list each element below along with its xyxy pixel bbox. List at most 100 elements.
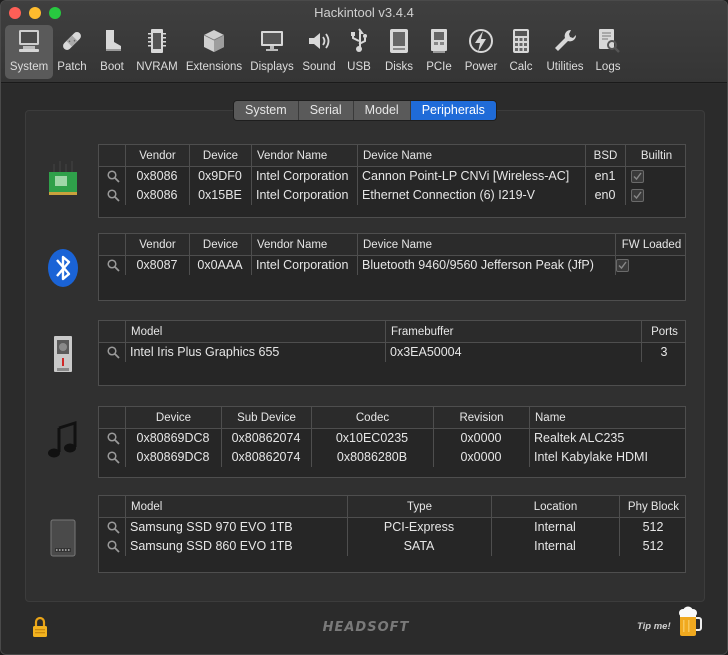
column-header[interactable]: Device Name xyxy=(357,145,585,167)
toolbar-power[interactable]: Power xyxy=(461,25,501,79)
column-header[interactable]: Codec xyxy=(311,407,433,429)
column-header[interactable]: Device xyxy=(189,234,251,256)
toolbar-displays[interactable]: Displays xyxy=(248,25,296,79)
column-header[interactable]: Model xyxy=(125,496,347,518)
magnifier-icon[interactable] xyxy=(107,521,120,534)
tab-serial[interactable]: Serial xyxy=(298,101,354,120)
tab-model[interactable]: Model xyxy=(353,101,411,120)
column-header[interactable]: Framebuffer xyxy=(385,321,641,343)
device-name-cell: Ethernet Connection (6) I219-V xyxy=(362,188,536,202)
device-cell: 0x15BE xyxy=(198,188,242,202)
column-header[interactable]: Revision xyxy=(433,407,529,429)
magnifier-icon[interactable] xyxy=(107,170,120,183)
phy-block-cell: 512 xyxy=(642,520,664,534)
tab-system[interactable]: System xyxy=(234,101,299,120)
toolbar-boot[interactable]: Boot xyxy=(93,25,131,79)
toolbar-label: PCIe xyxy=(426,61,452,73)
wrench-icon xyxy=(555,29,577,51)
toolbar-extensions[interactable]: Extensions xyxy=(184,25,244,79)
table-row[interactable]: Samsung SSD 860 EVO 1TB SATA Internal 51… xyxy=(99,537,685,556)
table-row[interactable]: Samsung SSD 970 EVO 1TB PCI-Express Inte… xyxy=(99,518,685,537)
bandage-icon xyxy=(63,32,81,50)
column-header[interactable]: Vendor xyxy=(125,234,189,256)
magnifier-icon[interactable] xyxy=(107,346,120,359)
device-cell: 0x0AAA xyxy=(197,258,243,272)
toolbar-label: Power xyxy=(464,61,498,73)
toolbar-patch[interactable]: Patch xyxy=(53,25,91,79)
magnifier-column-header xyxy=(99,321,125,343)
column-header[interactable]: Device xyxy=(125,407,221,429)
disk-icon xyxy=(390,29,408,53)
column-header[interactable]: Device Name xyxy=(357,234,615,256)
magnifier-icon[interactable] xyxy=(107,540,120,553)
column-header[interactable]: Location xyxy=(491,496,619,518)
toolbar-usb[interactable]: USB xyxy=(343,25,375,79)
magnifier-icon[interactable] xyxy=(107,451,120,464)
device-cell: 0x9DF0 xyxy=(198,169,242,183)
toolbar-disks[interactable]: Disks xyxy=(381,25,417,79)
content-area: System Serial Model Peripherals Vendor D… xyxy=(1,84,727,654)
window-title: Hackintool v3.4.4 xyxy=(314,5,414,20)
column-header[interactable]: Name xyxy=(529,407,687,429)
log-magnifier-icon xyxy=(599,29,620,53)
magnifier-icon[interactable] xyxy=(107,189,120,202)
toolbar-utilities[interactable]: Utilities xyxy=(542,25,588,79)
column-header[interactable]: Vendor Name xyxy=(251,234,357,256)
location-cell: Internal xyxy=(534,520,576,534)
column-header[interactable]: Type xyxy=(347,496,491,518)
column-header[interactable]: Model xyxy=(125,321,385,343)
table-row[interactable]: 0x80869DC8 0x80862074 0x8086280B 0x0000 … xyxy=(99,448,685,467)
column-header[interactable]: Ports xyxy=(641,321,687,343)
toolbar-label: Displays xyxy=(250,61,294,73)
music-note-icon xyxy=(48,420,77,458)
table-header: Vendor Device Vendor Name Device Name FW… xyxy=(99,234,685,256)
column-header[interactable]: Builtin xyxy=(625,145,687,167)
title-bar: Hackintool v3.4.4 System Patch Boot NVRA… xyxy=(1,1,727,83)
magnifier-column-header xyxy=(99,407,125,429)
table-row[interactable]: 0x80869DC8 0x80862074 0x10EC0235 0x0000 … xyxy=(99,429,685,448)
model-cell: Intel Iris Plus Graphics 655 xyxy=(130,345,280,359)
vendor-cell: 0x8087 xyxy=(136,258,178,272)
toolbar-pcie[interactable]: PCIe xyxy=(423,25,455,79)
bsd-cell: en0 xyxy=(594,188,616,202)
column-header[interactable]: Sub Device xyxy=(221,407,311,429)
usb-icon xyxy=(351,28,367,52)
cube-icon xyxy=(203,30,225,52)
magnifier-icon[interactable] xyxy=(107,259,120,272)
toolbar-system[interactable]: System xyxy=(5,25,53,79)
vendor-cell: 0x8086 xyxy=(136,188,178,202)
beer-mug-icon[interactable] xyxy=(677,606,703,638)
toolbar-logs[interactable]: Logs xyxy=(591,25,625,79)
toolbar-calc[interactable]: Calc xyxy=(504,25,538,79)
pcie-card-icon xyxy=(431,29,447,53)
column-header[interactable]: FW Loaded xyxy=(615,234,687,256)
lock-icon[interactable] xyxy=(31,616,49,638)
bsd-cell: en1 xyxy=(594,169,616,183)
column-header[interactable]: BSD xyxy=(585,145,625,167)
column-header[interactable]: Device xyxy=(189,145,251,167)
tip-me-label[interactable]: Tip me! xyxy=(637,620,671,634)
builtin-checkbox[interactable] xyxy=(631,189,644,202)
tab-peripherals[interactable]: Peripherals xyxy=(410,101,496,120)
bluetooth-icon xyxy=(48,249,78,287)
framebuffer-cell: 0x3EA50004 xyxy=(390,345,462,359)
model-cell: Samsung SSD 970 EVO 1TB xyxy=(130,520,293,534)
column-header[interactable]: Phy Block xyxy=(619,496,687,518)
table-header: Vendor Device Vendor Name Device Name BS… xyxy=(99,145,685,167)
table-row[interactable]: 0x8087 0x0AAA Intel Corporation Bluetoot… xyxy=(99,256,685,275)
column-header[interactable]: Vendor xyxy=(125,145,189,167)
magnifier-icon[interactable] xyxy=(107,432,120,445)
toolbar-nvram[interactable]: NVRAM xyxy=(135,25,179,79)
model-cell: Samsung SSD 860 EVO 1TB xyxy=(130,539,293,553)
table-row[interactable]: 0x8086 0x9DF0 Intel Corporation Cannon P… xyxy=(99,167,685,186)
headsoft-logo[interactable]: HEADSOFT xyxy=(301,618,431,638)
table-row[interactable]: Intel Iris Plus Graphics 655 0x3EA50004 … xyxy=(99,343,685,362)
toolbar-label: System xyxy=(9,61,49,73)
table-row[interactable]: 0x8086 0x15BE Intel Corporation Ethernet… xyxy=(99,186,685,205)
toolbar-sound[interactable]: Sound xyxy=(299,25,339,79)
toolbar-label: Calc xyxy=(509,61,533,73)
column-header[interactable]: Vendor Name xyxy=(251,145,357,167)
device-cell: 0x80869DC8 xyxy=(136,450,210,464)
builtin-checkbox[interactable] xyxy=(631,170,644,183)
fw-loaded-checkbox[interactable] xyxy=(616,259,629,272)
